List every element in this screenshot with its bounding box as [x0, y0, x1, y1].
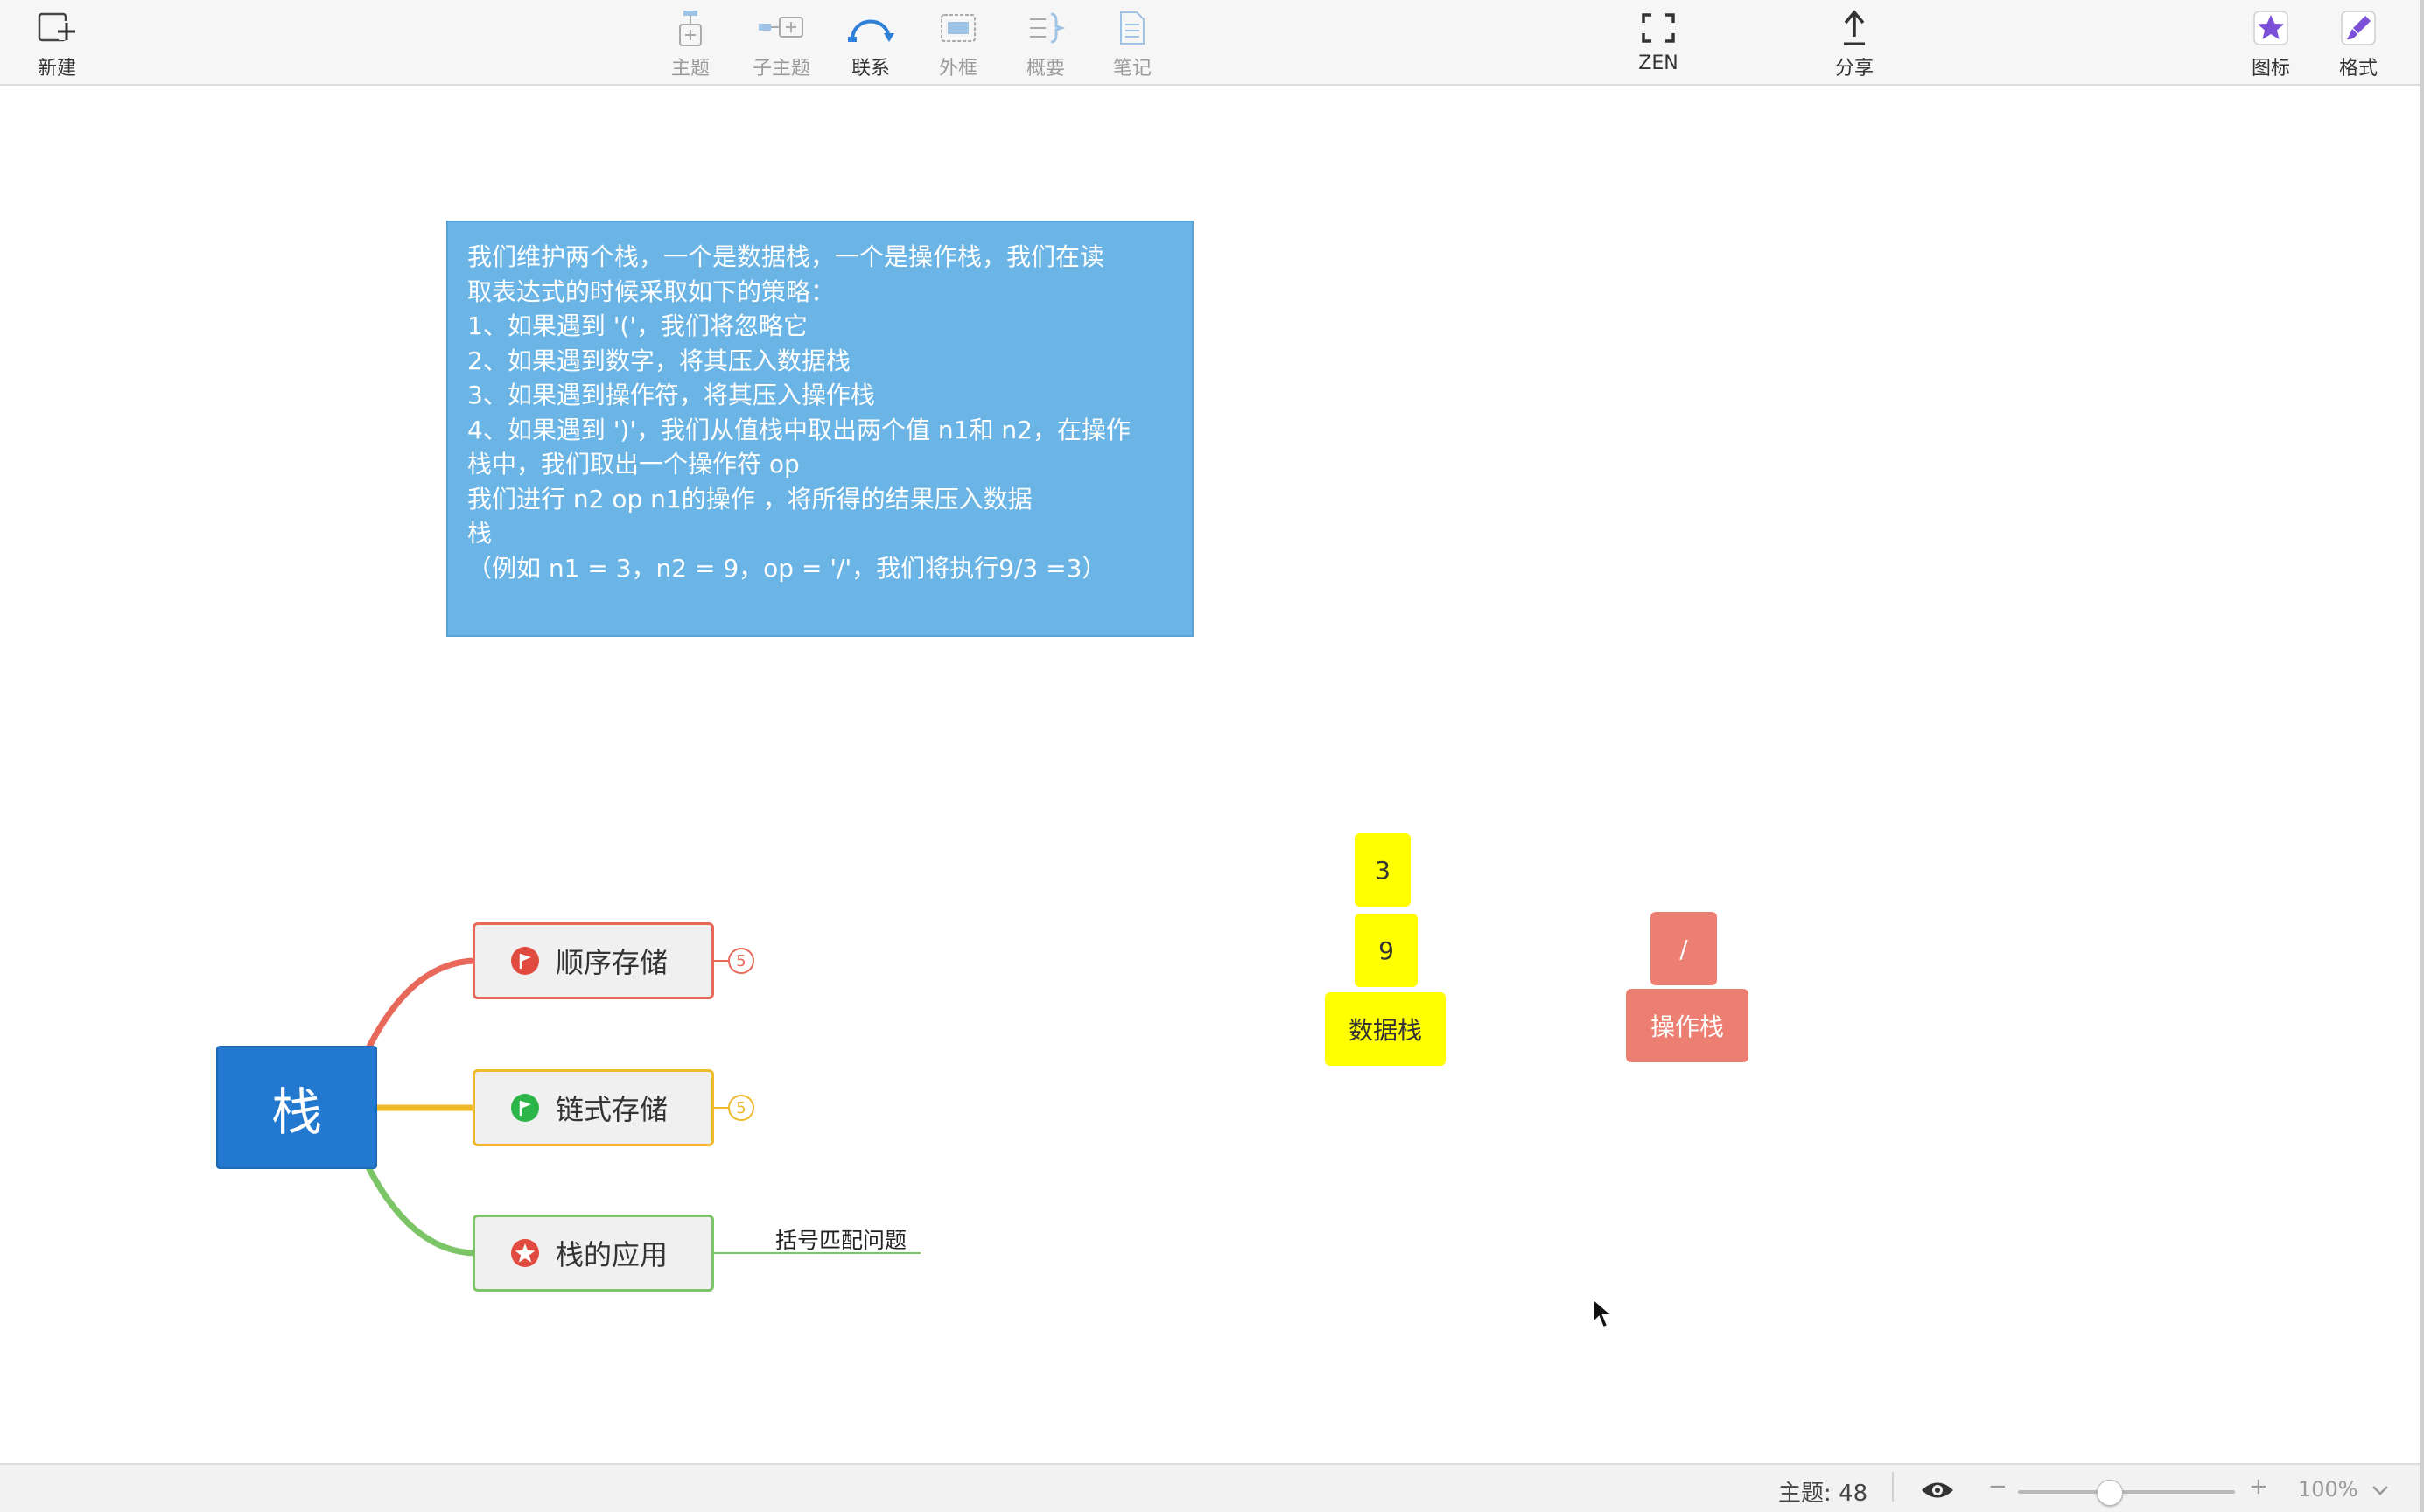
topic-count: 主题: 48 [1778, 1480, 1868, 1507]
zoom-slider-handle[interactable] [2097, 1480, 2124, 1506]
collapse-badge[interactable]: 5 [728, 948, 754, 974]
root-topic[interactable]: 栈 [216, 1046, 377, 1169]
collapse-badge[interactable]: 5 [728, 1095, 754, 1121]
mindmap-connectors [364, 957, 921, 1256]
green-flag-icon [511, 1094, 539, 1122]
branch-topic-label: 顺序存储 [556, 946, 669, 979]
red-flag-icon [511, 947, 539, 975]
branch-connector [364, 1162, 478, 1256]
branch-topic[interactable]: 顺序存储 [473, 922, 714, 999]
branch-topic-label: 链式存储 [556, 1093, 669, 1126]
branch-topic[interactable]: 链式存储 [473, 1069, 714, 1146]
red-star-icon [511, 1239, 539, 1267]
zoom-in-button[interactable]: + [2249, 1474, 2268, 1500]
branch-topic-label: 栈的应用 [556, 1238, 669, 1271]
zoom-slider-track[interactable] [2018, 1490, 2235, 1494]
eye-icon[interactable] [1920, 1479, 1955, 1502]
status-bar [0, 1463, 2420, 1512]
status-divider [1892, 1472, 1894, 1502]
subtopic-bracket-matching[interactable]: 括号匹配问题 [775, 1223, 907, 1255]
zoom-out-button[interactable]: − [1988, 1474, 2007, 1500]
branch-topic[interactable]: 栈的应用 [473, 1214, 714, 1292]
zoom-level[interactable]: 100% [2298, 1477, 2358, 1502]
branch-connector [364, 957, 478, 1054]
chevron-down-icon[interactable] [2371, 1484, 2389, 1496]
mouse-cursor-icon [1592, 1297, 1615, 1329]
